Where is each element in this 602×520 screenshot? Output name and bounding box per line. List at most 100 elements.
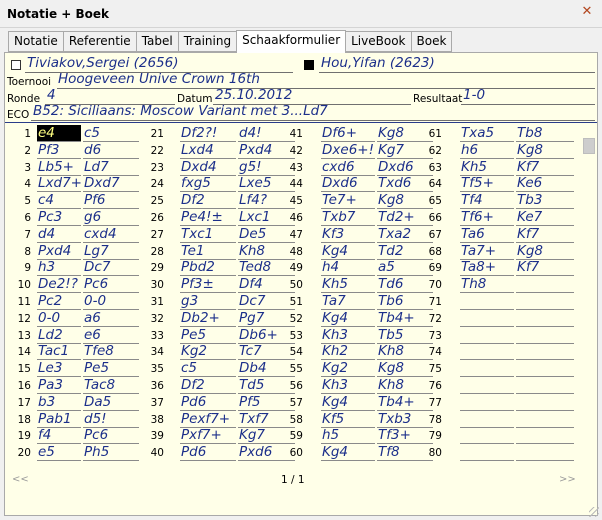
- white-move[interactable]: Pxd4: [37, 243, 81, 260]
- white-move[interactable]: Tf6+: [460, 209, 514, 226]
- white-move[interactable]: De2!?: [37, 276, 81, 294]
- tab-schaakformulier[interactable]: Schaakformulier: [236, 30, 347, 53]
- white-move[interactable]: Ld2: [37, 327, 81, 344]
- white-move[interactable]: Ta7+: [460, 243, 514, 260]
- tab-tabel[interactable]: Tabel: [135, 31, 178, 52]
- black-move[interactable]: Kf7: [516, 259, 574, 277]
- white-move[interactable]: Le3: [37, 360, 81, 378]
- white-move[interactable]: Tf4: [460, 192, 514, 210]
- white-move[interactable]: Te7+: [321, 192, 375, 210]
- white-move[interactable]: Te1: [180, 243, 236, 260]
- white-move[interactable]: e4: [37, 125, 81, 142]
- white-move[interactable]: Pf3: [37, 142, 81, 159]
- white-move[interactable]: Pc3: [37, 209, 81, 226]
- white-move[interactable]: h5: [321, 427, 375, 445]
- white-move[interactable]: [460, 343, 514, 361]
- white-move[interactable]: [460, 444, 514, 462]
- white-move[interactable]: Txc1: [180, 226, 236, 243]
- black-move[interactable]: Pc6: [83, 427, 139, 445]
- white-move[interactable]: Pd6: [180, 444, 236, 462]
- white-move[interactable]: Pa3: [37, 377, 81, 394]
- white-move[interactable]: Pe4!±: [180, 209, 236, 226]
- white-move[interactable]: Th8: [460, 276, 514, 294]
- white-move[interactable]: Df6+: [321, 125, 375, 142]
- black-move[interactable]: [516, 327, 574, 344]
- black-move[interactable]: Lg7: [83, 243, 139, 260]
- white-move[interactable]: Txb7: [321, 209, 375, 226]
- black-move[interactable]: [516, 444, 574, 462]
- black-move[interactable]: Tfe8: [83, 343, 139, 361]
- white-move[interactable]: Pexf7+: [180, 411, 236, 428]
- prev-page-button[interactable]: <<: [12, 474, 29, 485]
- black-move[interactable]: Ke6: [516, 175, 574, 193]
- white-move[interactable]: fxg5: [180, 175, 236, 193]
- black-player[interactable]: Hou,Yifan (2623): [321, 55, 435, 71]
- white-move[interactable]: Tac1: [37, 343, 81, 361]
- white-move[interactable]: Kh3: [321, 327, 375, 344]
- white-move[interactable]: [460, 293, 514, 310]
- tab-livebook[interactable]: LiveBook: [346, 31, 411, 52]
- black-move[interactable]: Kg8: [516, 142, 574, 159]
- toernooi-value[interactable]: Hoogeveen Unive Crown 16th: [58, 71, 260, 87]
- black-move[interactable]: Ld7: [83, 159, 139, 176]
- black-move[interactable]: e6: [83, 327, 139, 344]
- white-move[interactable]: Kg4: [321, 310, 375, 327]
- black-move[interactable]: a6: [83, 310, 139, 327]
- black-move[interactable]: [516, 343, 574, 361]
- white-move[interactable]: Lxd4: [180, 142, 236, 159]
- eco-value[interactable]: B52: Siciliaans: Moscow Variant met 3...…: [33, 103, 328, 119]
- white-move[interactable]: cxd6: [321, 159, 375, 176]
- black-move[interactable]: [516, 377, 574, 394]
- white-move[interactable]: Kg4: [321, 394, 375, 411]
- next-page-button[interactable]: >>: [559, 474, 576, 485]
- white-move[interactable]: Lxd7+: [37, 175, 82, 193]
- black-move[interactable]: Pe5: [83, 360, 139, 378]
- black-move[interactable]: Pf6: [83, 192, 139, 210]
- white-move[interactable]: Ta8+: [460, 259, 514, 277]
- black-move[interactable]: cxd4: [83, 226, 139, 243]
- resultaat-value[interactable]: 1-0: [463, 87, 485, 103]
- white-move[interactable]: [460, 377, 514, 394]
- white-move[interactable]: Df2: [180, 377, 236, 394]
- white-player[interactable]: Tiviakov,Sergei (2656): [27, 55, 179, 71]
- white-move[interactable]: h4: [321, 259, 375, 277]
- white-move[interactable]: Kg2: [180, 343, 236, 361]
- black-move[interactable]: 0-0: [83, 293, 139, 310]
- white-move[interactable]: d4: [37, 226, 81, 243]
- white-move[interactable]: g3: [180, 293, 236, 310]
- white-move[interactable]: [460, 310, 514, 327]
- datum-value[interactable]: 25.10.2012: [215, 87, 292, 103]
- tab-notatie[interactable]: Notatie: [8, 31, 63, 52]
- black-move[interactable]: Da5: [83, 394, 139, 411]
- white-move[interactable]: Ta6: [460, 226, 514, 243]
- ronde-value[interactable]: 4: [47, 87, 56, 103]
- black-move[interactable]: [516, 360, 574, 378]
- white-move[interactable]: b3: [37, 394, 81, 411]
- white-move[interactable]: Kh5: [460, 159, 514, 176]
- black-move[interactable]: Tb3: [516, 192, 574, 210]
- resize-grip-icon[interactable]: [589, 507, 599, 517]
- white-move[interactable]: Kh5: [321, 276, 375, 294]
- white-move[interactable]: h6: [460, 142, 514, 159]
- white-move[interactable]: [460, 394, 514, 411]
- black-move[interactable]: [516, 394, 574, 411]
- close-icon[interactable]: ✕: [580, 5, 594, 19]
- white-move[interactable]: Txa5: [460, 125, 514, 142]
- black-move[interactable]: [516, 310, 574, 327]
- white-move[interactable]: Dxd6: [321, 175, 375, 193]
- tab-referentie[interactable]: Referentie: [62, 31, 136, 52]
- tab-training[interactable]: Training: [177, 31, 237, 52]
- white-move[interactable]: Kg4: [321, 444, 375, 462]
- black-move[interactable]: Tb8: [516, 125, 574, 142]
- white-move[interactable]: Kg2: [321, 360, 375, 378]
- black-move[interactable]: Ke7: [516, 209, 574, 226]
- white-move[interactable]: Pc2: [37, 293, 81, 310]
- white-move[interactable]: Pe5: [180, 327, 236, 344]
- white-move[interactable]: [460, 411, 514, 428]
- black-move[interactable]: d6: [83, 142, 139, 159]
- white-move[interactable]: Df2: [180, 192, 236, 210]
- black-move[interactable]: [516, 276, 574, 294]
- white-move[interactable]: [460, 327, 514, 344]
- white-move[interactable]: Kf3: [321, 226, 375, 243]
- white-move[interactable]: Dxe6+!: [321, 142, 375, 159]
